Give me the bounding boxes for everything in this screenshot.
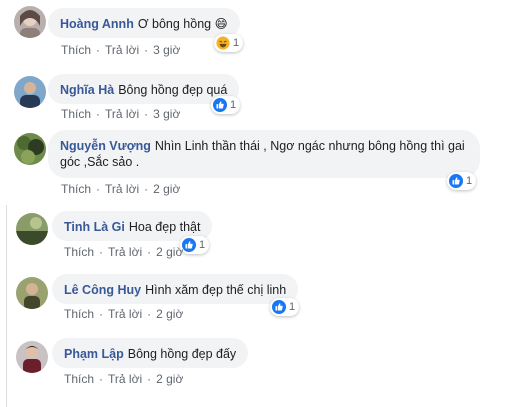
reaction-badge[interactable]: 1 xyxy=(270,298,300,316)
comment-actions: Thích · Trả lời · 3 giờ xyxy=(61,107,181,121)
comment-author[interactable]: Phạm Lập xyxy=(64,347,124,361)
comment-actions: Thích · Trả lời · 2 giờ xyxy=(64,245,184,259)
reply-link[interactable]: Trả lời xyxy=(105,182,139,196)
avatar[interactable] xyxy=(14,6,46,38)
like-link[interactable]: Thích xyxy=(64,372,94,386)
comment-timestamp[interactable]: 2 giờ xyxy=(156,245,183,259)
comment-bubble: Nghĩa Hà Bông hồng đẹp quá xyxy=(48,74,240,104)
comment-bubble: Nguyễn Vượng Nhìn Linh thần thái , Ngơ ng… xyxy=(48,130,480,178)
reaction-count: 1 xyxy=(466,175,473,187)
comment-bubble: Phạm Lập Bông hồng đẹp đấy xyxy=(52,338,249,368)
comment-text: Hình xăm đẹp thế chị linh xyxy=(145,283,287,297)
haha-icon xyxy=(216,36,230,50)
comment-text: Bông hồng đẹp quá xyxy=(118,83,228,97)
comment-actions: Thích · Trả lời · 2 giờ xyxy=(64,372,184,386)
like-link[interactable]: Thích xyxy=(64,307,94,321)
reaction-badge[interactable]: 1 xyxy=(447,172,477,190)
comment-text: Bông hồng đẹp đấy xyxy=(127,347,237,361)
comment-timestamp[interactable]: 3 giờ xyxy=(153,43,180,57)
comment-bubble: Hoàng Annh Ơ bông hồng 😄 xyxy=(48,8,240,38)
comment-actions: Thích · Trả lời · 2 giờ xyxy=(61,182,181,196)
comment-text: Ơ bông hồng 😄 xyxy=(137,17,228,31)
like-link[interactable]: Thích xyxy=(61,107,91,121)
comment-author[interactable]: Nguyễn Vượng xyxy=(60,139,151,153)
avatar[interactable] xyxy=(14,76,46,108)
reaction-count: 1 xyxy=(289,301,296,313)
comment-timestamp[interactable]: 2 giờ xyxy=(153,182,180,196)
reply-link[interactable]: Trả lời xyxy=(108,307,142,321)
like-icon xyxy=(182,238,196,252)
like-link[interactable]: Thích xyxy=(61,182,91,196)
like-icon xyxy=(272,300,286,314)
comment-timestamp[interactable]: 2 giờ xyxy=(156,372,183,386)
comment-timestamp[interactable]: 2 giờ xyxy=(156,307,183,321)
comment-timestamp[interactable]: 3 giờ xyxy=(153,107,180,121)
comment-actions: Thích · Trả lời · 2 giờ xyxy=(64,307,184,321)
comment-bubble: Lê Công Huy Hình xăm đẹp thế chị linh xyxy=(52,274,299,304)
reply-link[interactable]: Trả lời xyxy=(108,372,142,386)
reply-link[interactable]: Trả lời xyxy=(105,43,139,57)
reaction-count: 1 xyxy=(199,239,206,251)
comment-author[interactable]: Nghĩa Hà xyxy=(60,83,114,97)
like-icon xyxy=(213,98,227,112)
comment-author[interactable]: Tinh Là Gi xyxy=(64,220,125,234)
comment-actions: Thích · Trả lời · 3 giờ xyxy=(61,43,181,57)
reply-thread-line xyxy=(6,205,7,407)
comment-author[interactable]: Lê Công Huy xyxy=(64,283,141,297)
like-icon xyxy=(449,174,463,188)
comment-author[interactable]: Hoàng Annh xyxy=(60,17,134,31)
like-link[interactable]: Thích xyxy=(61,43,91,57)
reaction-count: 1 xyxy=(233,37,240,49)
comment-text: Hoa đẹp thật xyxy=(128,220,201,234)
reaction-badge[interactable]: 1 xyxy=(180,236,210,254)
reaction-badge[interactable]: 1 xyxy=(211,96,241,114)
avatar[interactable] xyxy=(16,341,48,373)
reply-link[interactable]: Trả lời xyxy=(108,245,142,259)
reaction-badge[interactable]: 1 xyxy=(214,34,244,52)
like-link[interactable]: Thích xyxy=(64,245,94,259)
avatar[interactable] xyxy=(14,133,46,165)
avatar[interactable] xyxy=(16,213,48,245)
avatar[interactable] xyxy=(16,277,48,309)
reply-link[interactable]: Trả lời xyxy=(105,107,139,121)
reaction-count: 1 xyxy=(230,99,237,111)
